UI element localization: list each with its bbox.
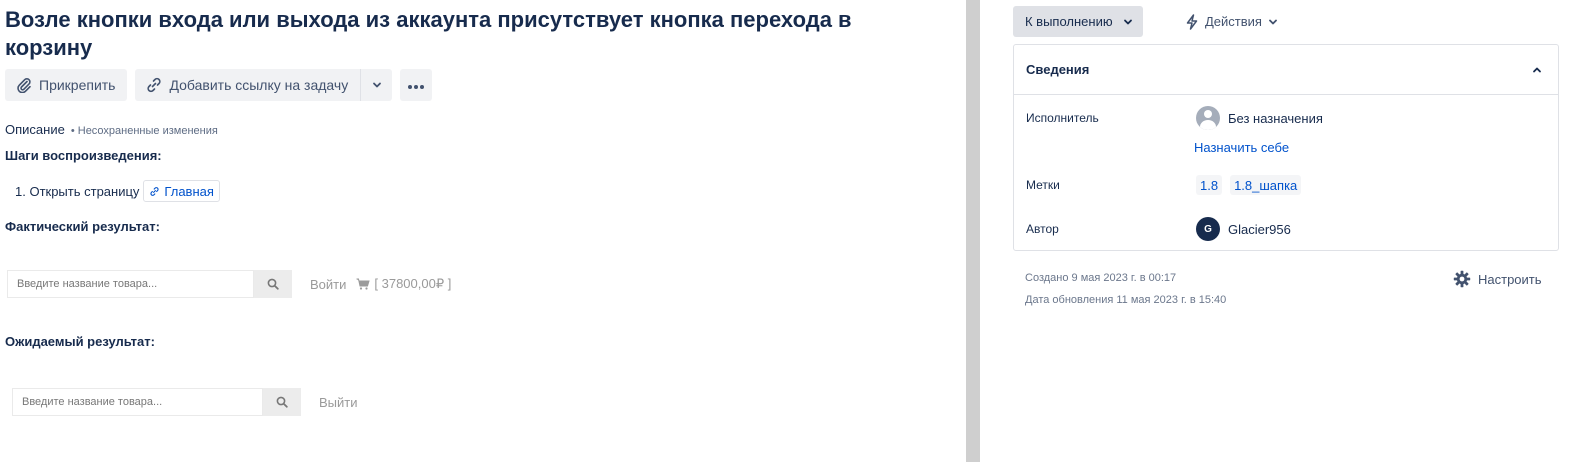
mock-search-input: Введите название товара... bbox=[12, 388, 263, 416]
labels-row: Метки 1.8 1.8_шапка bbox=[1026, 175, 1302, 195]
assign-to-me-link[interactable]: Назначить себе bbox=[1194, 140, 1289, 155]
step-item: 1. Открыть страницу Главная bbox=[15, 180, 220, 202]
link-issue-button[interactable]: Добавить ссылку на задачу bbox=[135, 69, 360, 101]
issue-main-panel: Возле кнопки входа или выхода из аккаунт… bbox=[0, 0, 966, 462]
status-dropdown-button[interactable]: К выполнению bbox=[1013, 6, 1143, 37]
issue-sidebar: К выполнению Действия Сведения Исполните… bbox=[980, 0, 1586, 462]
updated-date: Дата обновления 11 мая 2023 г. в 15:40 bbox=[1025, 294, 1227, 306]
description-heading: Описание bbox=[5, 122, 65, 137]
link-issue-dropdown[interactable] bbox=[360, 69, 392, 101]
attach-button[interactable]: Прикрепить bbox=[5, 69, 128, 101]
issue-toolbar: Прикрепить Добавить ссылку на задачу bbox=[5, 69, 433, 101]
mock-login-text: Войти bbox=[310, 276, 347, 292]
configure-label: Настроить bbox=[1478, 271, 1542, 287]
status-label: К выполнению bbox=[1025, 14, 1113, 29]
chevron-down-icon bbox=[1269, 19, 1277, 24]
more-actions-button[interactable] bbox=[400, 69, 433, 101]
link-issue-label: Добавить ссылку на задачу bbox=[169, 77, 349, 93]
link-icon bbox=[145, 76, 163, 94]
paperclip-icon bbox=[15, 76, 33, 94]
chevron-down-icon bbox=[372, 77, 382, 93]
actions-label: Действия bbox=[1205, 14, 1262, 29]
expected-result-screenshot: Введите название товара... Выйти bbox=[12, 388, 358, 416]
cart-icon bbox=[356, 278, 371, 290]
gear-icon bbox=[1453, 270, 1471, 288]
mock-search-input: Введите название товара... bbox=[7, 270, 254, 298]
created-date: Создано 9 мая 2023 г. в 00:17 bbox=[1025, 272, 1177, 284]
labels-key: Метки bbox=[1026, 178, 1060, 192]
panel-resize-divider[interactable] bbox=[966, 0, 980, 462]
details-panel-header[interactable]: Сведения bbox=[1014, 45, 1558, 95]
mock-cart-total: [ 37800,00₽ ] bbox=[374, 276, 452, 291]
mock-search-button bbox=[263, 388, 301, 416]
lightning-icon bbox=[1186, 13, 1198, 30]
steps-heading: Шаги воспроизведения: bbox=[5, 148, 162, 163]
avatar: G bbox=[1196, 217, 1220, 241]
mock-search-button bbox=[254, 270, 292, 298]
search-icon bbox=[276, 396, 288, 408]
inline-link-home[interactable]: Главная bbox=[143, 180, 220, 202]
chevron-down-icon bbox=[1123, 19, 1132, 24]
actual-result-heading: Фактический результат: bbox=[5, 219, 160, 234]
attach-button-label: Прикрепить bbox=[39, 77, 116, 93]
inline-link-label: Главная bbox=[164, 183, 214, 199]
link-issue-button-group: Добавить ссылку на задачу bbox=[135, 69, 393, 101]
details-panel: Сведения Исполнитель Без назначения Назн… bbox=[1013, 44, 1559, 251]
author-name: Glacier956 bbox=[1228, 221, 1291, 237]
description-header: Описание • Несохраненные изменения bbox=[5, 122, 218, 137]
label-tag[interactable]: 1.8 bbox=[1196, 175, 1223, 195]
unsaved-changes-indicator[interactable]: • Несохраненные изменения bbox=[71, 125, 218, 137]
assignee-row: Исполнитель Без назначения bbox=[1026, 106, 1323, 130]
details-panel-title: Сведения bbox=[1026, 62, 1090, 77]
mock-logout-text: Выйти bbox=[319, 394, 358, 410]
expected-result-heading: Ожидаемый результат: bbox=[5, 334, 155, 349]
search-icon bbox=[267, 278, 279, 290]
author-row: Автор G Glacier956 bbox=[1026, 217, 1291, 241]
labels-value: 1.8 1.8_шапка bbox=[1196, 175, 1302, 195]
chevron-up-icon bbox=[1533, 67, 1541, 72]
actual-result-screenshot: Введите название товара... Войти [ 37800… bbox=[7, 270, 451, 298]
mock-cart: [ 37800,00₽ ] bbox=[356, 276, 451, 292]
assignee-name: Без назначения bbox=[1228, 110, 1323, 126]
author-value[interactable]: G Glacier956 bbox=[1196, 217, 1291, 241]
configure-button[interactable]: Настроить bbox=[1453, 270, 1542, 288]
author-key: Автор bbox=[1026, 222, 1059, 236]
more-icon bbox=[407, 77, 425, 93]
link-icon bbox=[150, 186, 160, 196]
assignee-value[interactable]: Без назначения bbox=[1196, 106, 1323, 130]
issue-title[interactable]: Возле кнопки входа или выхода из аккаунт… bbox=[5, 6, 905, 62]
assignee-key: Исполнитель bbox=[1026, 111, 1099, 125]
default-avatar-icon bbox=[1196, 106, 1220, 130]
unsaved-changes-text: Несохраненные изменения bbox=[77, 125, 218, 137]
actions-dropdown-button[interactable]: Действия bbox=[1185, 6, 1278, 37]
label-tag[interactable]: 1.8_шапка bbox=[1230, 175, 1302, 195]
step-text: 1. Открыть страницу bbox=[15, 183, 140, 199]
